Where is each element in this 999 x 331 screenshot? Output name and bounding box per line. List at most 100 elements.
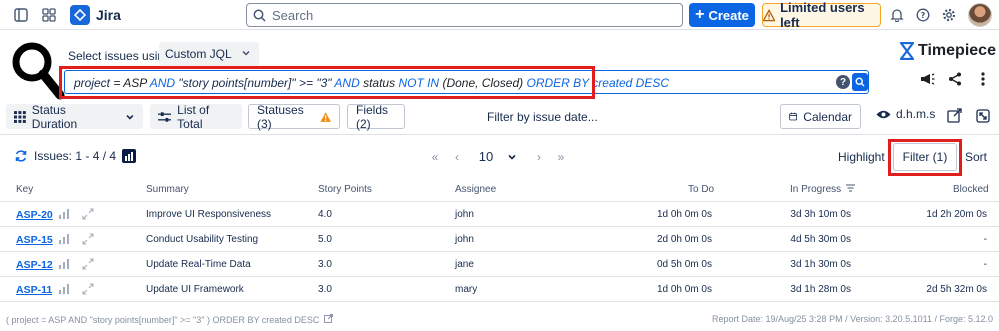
- jql-mode-select[interactable]: Custom JQL: [159, 42, 259, 66]
- expand-icon[interactable]: [82, 233, 94, 245]
- column-header-todo[interactable]: To Do: [688, 184, 714, 195]
- expand-fullscreen-icon[interactable]: [974, 107, 992, 125]
- chart-bars-icon[interactable]: [122, 149, 137, 163]
- jira-logo-icon[interactable]: [70, 5, 90, 25]
- grid-dots-icon: [14, 110, 26, 123]
- assignee-name: jane: [455, 259, 474, 270]
- table-row: ASP-12 Update Real-Time Data 3.0 jane 0d…: [0, 252, 999, 277]
- refresh-icon[interactable]: [14, 149, 28, 163]
- user-avatar[interactable]: [968, 3, 992, 27]
- share-icon[interactable]: [946, 70, 964, 88]
- column-header-in-progress[interactable]: In Progress: [790, 184, 855, 195]
- bar-chart-icon[interactable]: [58, 208, 70, 220]
- more-menu-icon[interactable]: [974, 70, 992, 88]
- column-header-key[interactable]: Key: [16, 184, 33, 195]
- page-size-value: 10: [478, 149, 494, 164]
- sidebar-toggle-icon[interactable]: [12, 6, 30, 24]
- bar-chart-icon[interactable]: [58, 258, 70, 270]
- blocked-duration: -: [983, 234, 987, 245]
- search-icon: [253, 9, 266, 22]
- external-link-icon[interactable]: [323, 314, 333, 323]
- status-duration-label: Status Duration: [31, 102, 78, 131]
- fields-button[interactable]: Fields (2): [347, 103, 405, 131]
- help-icon[interactable]: ?: [914, 6, 932, 24]
- divider: [0, 134, 999, 135]
- issue-key-link[interactable]: ASP-20: [16, 209, 53, 221]
- announcement-megaphone-icon[interactable]: [918, 70, 936, 88]
- issue-key-link[interactable]: ASP-11: [16, 284, 52, 296]
- todo-duration: 1d 0h 0m 0s: [656, 209, 712, 220]
- in-progress-duration: 3d 3h 10m 0s: [790, 209, 851, 220]
- status-duration-select[interactable]: Status Duration: [6, 102, 143, 131]
- time-format-toggle[interactable]: d.h.m.s: [876, 107, 935, 121]
- plus-icon: +: [695, 6, 705, 23]
- list-of-total-button[interactable]: List of Total: [150, 103, 242, 131]
- statuses-button[interactable]: Statuses (3): [248, 103, 340, 131]
- assignee-name: mary: [455, 284, 478, 295]
- first-page-icon[interactable]: «: [424, 150, 446, 164]
- footer-query: ( project = ASP AND "story points[number…: [6, 314, 333, 325]
- hourglass-icon: [899, 42, 915, 60]
- last-page-icon[interactable]: »: [550, 150, 572, 164]
- filter-by-issue-date-link[interactable]: Filter by issue date...: [487, 110, 598, 124]
- calendar-button[interactable]: Calendar: [780, 104, 861, 129]
- column-header-blocked[interactable]: Blocked: [953, 184, 989, 195]
- expand-icon[interactable]: [82, 283, 94, 295]
- bar-chart-icon[interactable]: [58, 233, 70, 245]
- in-progress-duration: 3d 1h 28m 0s: [790, 284, 851, 295]
- issues-counter: Issues: 1 - 4 / 4: [14, 149, 137, 163]
- app-name[interactable]: Jira: [96, 7, 121, 23]
- warning-icon: [763, 8, 776, 21]
- previous-page-icon[interactable]: ‹: [446, 150, 468, 164]
- footer-query-text: ( project = ASP AND "story points[number…: [6, 315, 320, 325]
- filter-lines-icon: [845, 184, 855, 192]
- column-header-summary[interactable]: Summary: [146, 184, 189, 195]
- page-size-select[interactable]: 10: [468, 149, 528, 164]
- expand-icon[interactable]: [82, 258, 94, 270]
- issue-summary: Conduct Usability Testing: [146, 234, 259, 245]
- sort-button[interactable]: Sort: [965, 150, 987, 164]
- issue-key-link[interactable]: ASP-12: [16, 259, 53, 271]
- story-points-value: 4.0: [318, 209, 332, 220]
- svg-text:?: ?: [921, 11, 926, 20]
- jql-help-icon[interactable]: ?: [836, 75, 850, 89]
- highlight-button[interactable]: Highlight: [838, 150, 885, 164]
- eye-icon: [876, 110, 891, 118]
- warning-icon: [320, 111, 331, 122]
- in-progress-duration: 4d 5h 30m 0s: [790, 234, 851, 245]
- column-header-assignee[interactable]: Assignee: [455, 184, 496, 195]
- column-header-story-points[interactable]: Story Points: [318, 184, 372, 195]
- limited-users-button[interactable]: Limited users left: [762, 0, 881, 30]
- issue-summary: Update UI Framework: [146, 284, 244, 295]
- search-placeholder: Search: [272, 7, 314, 23]
- settings-gear-icon[interactable]: [940, 6, 958, 24]
- timepiece-logo: Timepiece: [899, 42, 996, 60]
- create-button[interactable]: + Create: [689, 3, 755, 27]
- global-search-input[interactable]: Search: [246, 3, 683, 27]
- blocked-duration: 1d 2h 20m 0s: [926, 209, 987, 220]
- filter-highlight-box: [888, 139, 962, 176]
- issue-summary: Update Real-Time Data: [146, 259, 251, 270]
- todo-duration: 1d 0h 0m 0s: [656, 284, 712, 295]
- blocked-duration: 2d 5h 32m 0s: [926, 284, 987, 295]
- bar-chart-icon[interactable]: [58, 283, 70, 295]
- select-issues-label: Select issues using: [68, 49, 171, 63]
- time-format-label: d.h.m.s: [896, 107, 936, 121]
- issue-summary: Improve UI Responsiveness: [146, 209, 272, 220]
- pagination: « ‹ 10 › »: [424, 149, 572, 164]
- assignee-name: john: [455, 234, 474, 245]
- jql-search-button[interactable]: [852, 73, 868, 91]
- story-points-value: 3.0: [318, 259, 332, 270]
- search-icon: [855, 77, 865, 87]
- issues-count-label: Issues: 1 - 4 / 4: [34, 149, 117, 163]
- brand-name: Timepiece: [918, 42, 996, 59]
- notifications-bell-icon[interactable]: [888, 6, 906, 24]
- export-icon[interactable]: [946, 107, 964, 125]
- next-page-icon[interactable]: ›: [528, 150, 550, 164]
- todo-duration: 0d 5h 0m 0s: [656, 259, 712, 270]
- app-switcher-icon[interactable]: [40, 6, 58, 24]
- issue-key-link[interactable]: ASP-15: [16, 234, 53, 246]
- top-navigation-bar: Jira Search + Create Limited users left …: [0, 0, 999, 30]
- calendar-icon: [789, 112, 798, 121]
- expand-icon[interactable]: [82, 208, 94, 220]
